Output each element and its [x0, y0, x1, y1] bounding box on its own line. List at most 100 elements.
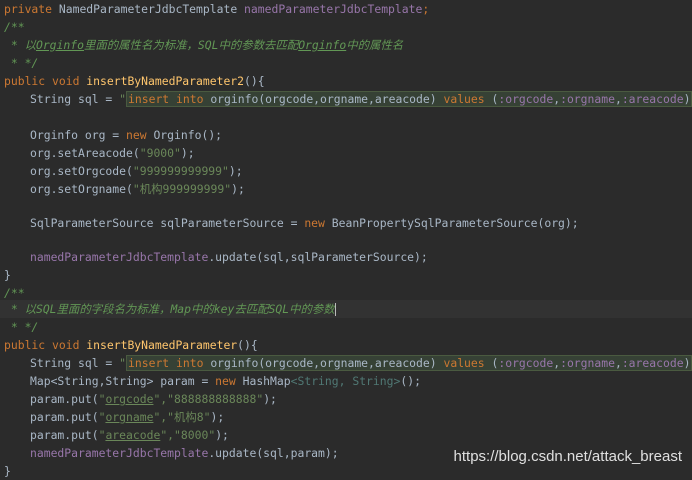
- comment-link: Orginfo: [35, 38, 84, 52]
- paren: );: [215, 428, 229, 442]
- string-key: areacode: [105, 428, 161, 442]
- comma: ,: [614, 92, 622, 106]
- code-line: org.setOrgcode("999999999999");: [0, 162, 692, 180]
- method-call: .update(sql,sqlParameterSource);: [208, 250, 428, 264]
- method-call: org.setOrgname(: [30, 182, 133, 196]
- string-literal: "9000": [139, 146, 181, 160]
- sql-param: :orgcode: [498, 356, 554, 370]
- method-call: org.setAreacode(: [30, 146, 140, 160]
- quote: ": [119, 92, 127, 106]
- string-key: orgname: [105, 410, 154, 424]
- method-call: param.put(: [30, 410, 99, 424]
- code-line: org.setAreacode("9000");: [0, 144, 692, 162]
- sql-keyword: insert into: [128, 356, 211, 370]
- paren: );: [228, 164, 243, 178]
- method-name: insertByNamedParameter: [86, 338, 238, 352]
- paren-brace: (){: [244, 74, 265, 88]
- string-literal: "888888888888": [167, 392, 264, 406]
- semicolon: ;: [422, 2, 430, 16]
- sql-fragment: insert into orginfo(orgcode,orgname,area…: [126, 91, 692, 107]
- code-line: String sql = " insert into orginfo(orgcod…: [0, 354, 692, 372]
- method-signature: public void insertByNamedParameter2(){: [0, 72, 692, 90]
- paren-brace: (){: [237, 338, 258, 352]
- generic-args: <String, String>: [290, 374, 401, 388]
- sql-keyword: values: [443, 92, 492, 106]
- paren: ): [683, 92, 691, 106]
- code-line: namedParameterJdbcTemplate.update(sql,sq…: [0, 248, 692, 266]
- field-name: namedParameterJdbcTemplate: [30, 250, 209, 264]
- paren: ();: [400, 374, 421, 388]
- code-line: private NamedParameterJdbcTemplate named…: [0, 0, 692, 18]
- method-signature: public void insertByNamedParameter(){: [0, 336, 692, 354]
- paren: );: [210, 410, 225, 424]
- method-call: param.put(: [30, 392, 99, 406]
- quote: ": [119, 356, 127, 370]
- method-call: org.setOrgcode(: [30, 164, 133, 178]
- method-call: param.put(: [30, 428, 99, 442]
- comment-open: /**: [4, 20, 25, 34]
- paren: ): [683, 356, 691, 370]
- variable-decl: SqlParameterSource sqlParameterSource =: [30, 216, 305, 230]
- constructor: BeanPropertySqlParameterSource(org);: [331, 216, 579, 230]
- comment-line: * 以Orginfo里面的属性名为标准，SQL中的参数去匹配Orginfo中的属…: [0, 36, 692, 54]
- code-line: Map<String,String> param = new HashMap<S…: [0, 372, 692, 390]
- code-line: SqlParameterSource sqlParameterSource = …: [0, 214, 692, 232]
- sql-param: :areacode: [621, 92, 684, 106]
- brace: }: [4, 268, 11, 282]
- code-line: }: [0, 266, 692, 284]
- code-line: param.put("orgcode","888888888888");: [30, 392, 277, 406]
- field-name: namedParameterJdbcTemplate: [30, 446, 209, 460]
- comment-line: * 以SQL里面的字段名为标准，Map中的key去匹配SQL中的参数: [0, 300, 692, 318]
- comment-text: 中的属性名: [346, 38, 404, 52]
- code-line: param.put("orgname","机构8");: [30, 410, 225, 424]
- sql-param: :orgname: [560, 356, 615, 370]
- comment-text: * 以SQL里面的字段名为标准，Map中的key去匹配SQL中的参数: [4, 302, 335, 316]
- string-key: orgcode: [105, 392, 154, 406]
- keyword: private: [4, 2, 53, 16]
- keyword: new: [126, 128, 154, 142]
- sql-param: :orgname: [560, 92, 615, 106]
- code-line: String sql = " insert into orginfo(orgcod…: [0, 90, 692, 108]
- string-literal: "机构8": [167, 410, 211, 424]
- keyword: public void: [4, 338, 87, 352]
- comment-close: * */: [4, 320, 39, 334]
- string-literal: "8000": [174, 428, 216, 442]
- comment-link: Orginfo: [298, 38, 347, 52]
- sql-table: orginfo(orgcode,orgname,areacode): [210, 356, 444, 370]
- comment-line: * */: [0, 318, 692, 336]
- code-editor[interactable]: private NamedParameterJdbcTemplate named…: [0, 0, 692, 478]
- sql-param: :areacode: [621, 356, 684, 370]
- sql-fragment: insert into orginfo(orgcode,orgname,area…: [126, 355, 692, 371]
- comma: ,: [614, 356, 622, 370]
- sql-table: orginfo(orgcode,orgname,areacode): [210, 92, 444, 106]
- comment-text: * 以: [4, 38, 36, 52]
- variable-decl: String sql =: [30, 356, 120, 370]
- paren: );: [180, 146, 195, 160]
- paren: );: [231, 182, 245, 196]
- comment-line: * */: [0, 54, 692, 72]
- method-name: insertByNamedParameter2: [86, 74, 245, 88]
- paren: );: [263, 392, 277, 406]
- method-call: .update(sql,param);: [208, 446, 339, 460]
- constructor: Orginfo();: [153, 128, 223, 142]
- variable-decl: String sql =: [30, 92, 120, 106]
- code-line: param.put("areacode","8000");: [30, 428, 229, 442]
- variable-decl: Map<String,String> param =: [30, 374, 216, 388]
- text-caret: [334, 303, 336, 316]
- comment-open: /**: [4, 286, 25, 300]
- sql-keyword: insert into: [128, 92, 211, 106]
- keyword: public void: [4, 74, 87, 88]
- code-line: org.setOrgname("机构999999999");: [0, 180, 692, 198]
- sql-param: :orgcode: [498, 92, 554, 106]
- comment-close: * */: [4, 56, 39, 70]
- watermark: https://blog.csdn.net/attack_breast: [453, 448, 682, 465]
- constructor: HashMap: [242, 374, 291, 388]
- field-name: namedParameterJdbcTemplate: [244, 2, 423, 16]
- brace: }: [4, 464, 11, 478]
- keyword: new: [215, 374, 243, 388]
- variable-decl: Orginfo org =: [30, 128, 127, 142]
- keyword: new: [304, 216, 332, 230]
- comment-text: 里面的属性名为标准，SQL中的参数去匹配: [83, 38, 299, 52]
- string-literal: "机构999999999": [132, 182, 232, 196]
- string-literal: "999999999999": [132, 164, 229, 178]
